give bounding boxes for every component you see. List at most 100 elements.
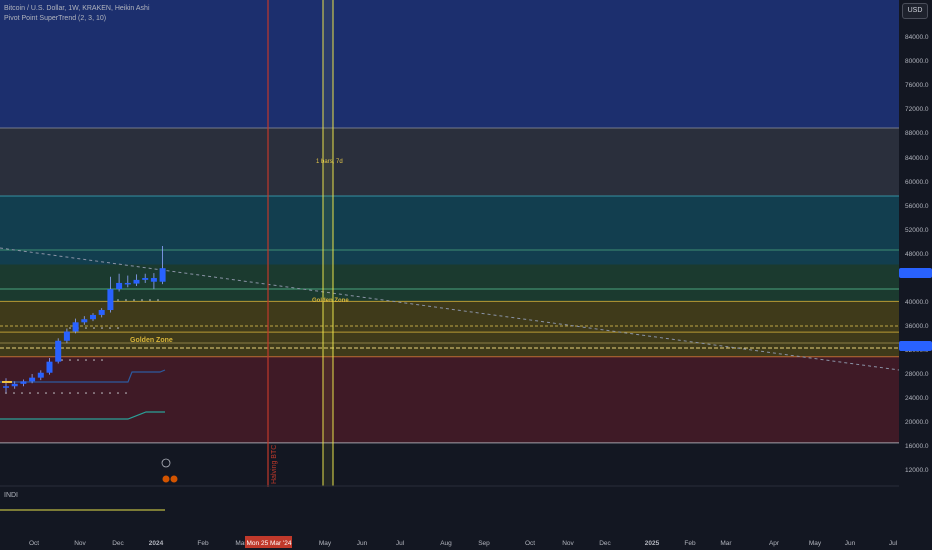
candle-body <box>124 282 131 285</box>
time-tick-label: May <box>809 540 822 547</box>
price-tick-label: 52000.0 <box>905 227 929 234</box>
candle-body <box>37 372 44 378</box>
price-tick-label: 84000.0 <box>905 155 929 162</box>
pivot-dot <box>61 392 63 394</box>
time-tick-label: Sep <box>478 540 490 547</box>
event-icon <box>162 475 170 483</box>
candle-body <box>63 331 70 341</box>
pivot-dot <box>93 327 95 329</box>
pivot-dot <box>109 392 111 394</box>
pivot-dot <box>117 327 119 329</box>
pivot-dot <box>109 327 111 329</box>
measure-label: 1 bars, 7d <box>316 159 343 165</box>
time-tick-label: 2024 <box>149 540 164 547</box>
pivot-dot <box>117 392 119 394</box>
zone-base <box>0 449 899 486</box>
candle-body <box>81 319 88 323</box>
zone-upper <box>0 0 899 128</box>
price-tick-label: 20000.0 <box>905 419 929 426</box>
price-tick-label: 36000.0 <box>905 323 929 330</box>
candle-body <box>72 322 79 332</box>
golden-zone-label-left: Golden Zone <box>130 337 173 344</box>
price-tick-label: 88000.0 <box>905 130 929 137</box>
price-tick-label: 56000.0 <box>905 203 929 210</box>
pivot-dot <box>157 299 159 301</box>
time-tick-label: Jul <box>396 540 405 547</box>
pivot-dot <box>37 392 39 394</box>
price-tick-label: 72000.0 <box>905 106 929 113</box>
time-tick-label: Apr <box>769 540 780 547</box>
time-tick-label: Dec <box>112 540 124 547</box>
pivot-dot <box>61 359 63 361</box>
pivot-dot <box>117 299 119 301</box>
zone-grey <box>0 128 899 196</box>
pivot-dot <box>53 392 55 394</box>
candle-body <box>55 340 62 362</box>
level-price-tag <box>899 341 932 351</box>
time-tick-label: Nov <box>562 540 574 547</box>
chart-canvas[interactable]: Golden Zone Golden Zone 1 bars, 7d Halving … <box>0 0 932 550</box>
time-tick-label: Aug <box>440 540 452 547</box>
candle-body <box>159 268 166 282</box>
last-price-tag <box>899 268 932 278</box>
candle-body <box>29 377 36 382</box>
candle-body <box>133 279 140 284</box>
price-tick-label: 60000.0 <box>905 179 929 186</box>
pivot-dot <box>77 392 79 394</box>
price-tick-label: 48000.0 <box>905 251 929 258</box>
time-axis[interactable]: Oct Nov Dec 2024 Feb Mar Mon 25 Mar '24 May Jun J… <box>0 535 932 550</box>
candle-body <box>46 361 53 373</box>
measure-band <box>323 0 333 486</box>
time-tick-label: Oct <box>29 540 39 547</box>
pivot-dot <box>45 392 47 394</box>
time-tick-label: Oct <box>525 540 535 547</box>
price-tick-label: 16000.0 <box>905 443 929 450</box>
candle-body <box>142 278 149 280</box>
price-axis-bg <box>899 0 932 535</box>
time-tick-label: Feb <box>684 540 696 547</box>
time-tick-label: Feb <box>197 540 209 547</box>
price-tick-label: 12000.0 <box>905 467 929 474</box>
sub-pane-bg <box>0 487 899 535</box>
pivot-dot <box>101 359 103 361</box>
indicator-legend[interactable]: Pivot Point SuperTrend (2, 3, 10) <box>4 15 106 22</box>
symbol-legend[interactable]: Bitcoin / U.S. Dollar, 1W, KRAKEN, Heiki… <box>4 5 150 12</box>
pivot-dot <box>77 359 79 361</box>
pivot-dot <box>149 299 151 301</box>
candle-body <box>116 282 123 290</box>
time-tick-label: Jun <box>357 540 368 547</box>
candle-body <box>150 278 157 282</box>
price-tick-label: 24000.0 <box>905 395 929 402</box>
currency-button[interactable]: USD <box>902 3 928 19</box>
event-icon <box>170 475 178 483</box>
pivot-dot <box>5 392 7 394</box>
time-tick-label: 2025 <box>645 540 660 547</box>
pivot-dot <box>69 392 71 394</box>
zone-red <box>0 356 899 443</box>
pivot-dot <box>141 299 143 301</box>
pivot-dot <box>21 392 23 394</box>
price-zones <box>0 0 899 486</box>
sub-pane-label: INDI <box>4 492 18 499</box>
pivot-dot <box>93 392 95 394</box>
golden-zone-label-right: Golden Zone <box>312 298 349 304</box>
time-tick-label: Jul <box>889 540 898 547</box>
candle-body <box>20 381 27 384</box>
candle-body <box>11 383 18 387</box>
candle-body <box>107 289 114 311</box>
pivot-dot <box>69 359 71 361</box>
time-tick-label: Jun <box>845 540 856 547</box>
pivot-dot <box>85 359 87 361</box>
pivot-dot <box>93 359 95 361</box>
price-tick-label: 40000.0 <box>905 299 929 306</box>
time-tick-label: Mon 25 Mar '24 <box>247 540 292 547</box>
price-tick-label: 76000.0 <box>905 82 929 89</box>
pivot-dot <box>125 299 127 301</box>
time-tick-label: Nov <box>74 540 86 547</box>
price-axis[interactable]: 84000.0 80000.0 76000.0 72000.0 88000.0 84000… <box>899 0 932 535</box>
candle-body <box>98 310 105 315</box>
price-tick-label: 84000.0 <box>905 34 929 41</box>
pivot-dot <box>125 392 127 394</box>
time-tick-label: Mar <box>720 540 732 547</box>
time-tick-label: Dec <box>599 540 611 547</box>
